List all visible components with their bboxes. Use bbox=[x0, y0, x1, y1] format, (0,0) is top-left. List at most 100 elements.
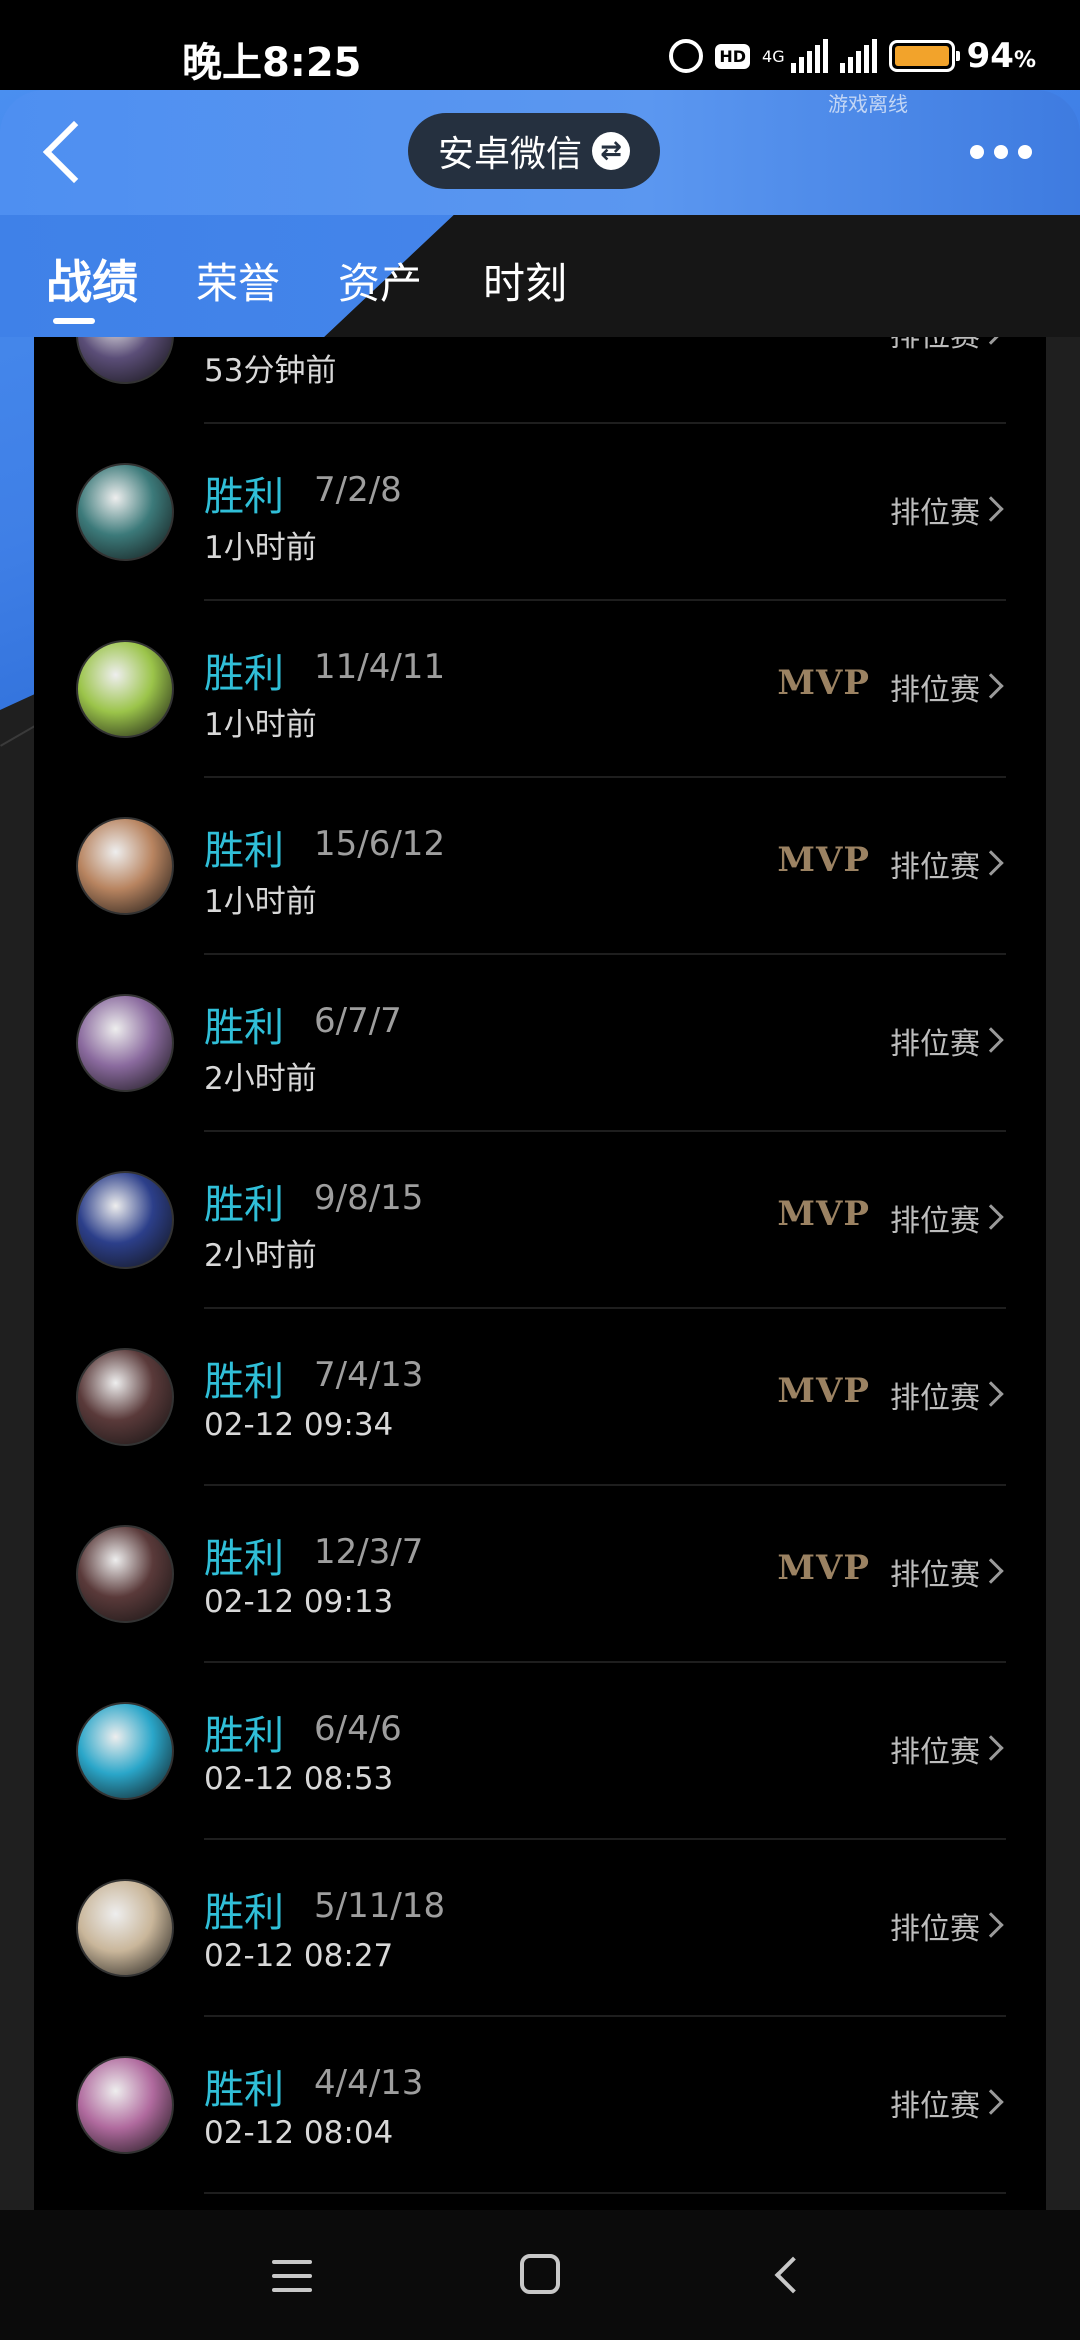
hero-avatar bbox=[76, 1171, 174, 1269]
match-row[interactable]: 胜利 9/8/15 2小时前 MVP 排位赛 bbox=[34, 1132, 1046, 1309]
match-kda: 11/4/11 bbox=[314, 647, 446, 687]
hero-avatar bbox=[76, 1879, 174, 1977]
offline-status: 游戏离线 bbox=[828, 92, 908, 116]
match-row[interactable]: 胜利 15/6/12 1小时前 MVP 排位赛 bbox=[34, 778, 1046, 955]
match-time: 02-12 09:13 bbox=[204, 1584, 394, 1620]
tab-honor[interactable]: 荣誉 bbox=[196, 250, 280, 311]
swap-icon: ⇄ bbox=[592, 132, 631, 170]
match-time: 1小时前 bbox=[204, 707, 317, 743]
match-time: 53分钟前 bbox=[204, 353, 337, 389]
match-result: 胜利 bbox=[204, 1536, 284, 1582]
battery-icon bbox=[888, 40, 960, 72]
match-row[interactable]: 胜利 5/11/18 02-12 08:27 排位赛 bbox=[34, 1840, 1046, 2017]
match-time: 02-12 08:27 bbox=[204, 1938, 394, 1974]
match-kda: 9/8/15 bbox=[314, 1178, 424, 1218]
mvp-badge: MVP bbox=[777, 1548, 870, 1588]
match-row[interactable]: 胜利 6/4/6 02-12 08:53 排位赛 bbox=[34, 1663, 1046, 1840]
match-kda: 4/4/13 bbox=[314, 2063, 424, 2103]
more-options-button[interactable] bbox=[970, 132, 1040, 172]
match-mode: 排位赛 bbox=[890, 337, 980, 355]
hero-avatar bbox=[76, 2056, 174, 2154]
home-button[interactable] bbox=[520, 2254, 560, 2294]
chevron-right-icon bbox=[978, 1204, 1004, 1230]
match-mode: 排位赛 bbox=[890, 1558, 980, 1593]
chevron-right-icon bbox=[978, 850, 1004, 876]
alarm-icon bbox=[669, 39, 704, 73]
chevron-right-icon bbox=[978, 673, 1004, 699]
tab-record[interactable]: 战绩 bbox=[46, 246, 138, 312]
match-row[interactable]: 胜利 11/4/11 1小时前 MVP 排位赛 bbox=[34, 601, 1046, 778]
hero-avatar bbox=[76, 640, 174, 738]
match-result: 胜利 bbox=[204, 1005, 284, 1051]
match-kda: 5/11/18 bbox=[314, 1886, 446, 1926]
match-time: 2小时前 bbox=[204, 1238, 317, 1274]
match-time: 1小时前 bbox=[204, 530, 317, 566]
chevron-right-icon bbox=[978, 1027, 1004, 1053]
match-row[interactable]: 胜利 7/4/13 02-12 09:34 MVP 排位赛 bbox=[34, 1309, 1046, 1486]
match-mode: 排位赛 bbox=[890, 1204, 980, 1239]
match-mode: 排位赛 bbox=[890, 1381, 980, 1416]
match-result: 胜利 bbox=[204, 1713, 284, 1759]
account-switch-button[interactable]: 安卓微信 ⇄ bbox=[408, 113, 661, 189]
match-mode: 排位赛 bbox=[890, 496, 980, 531]
match-kda: 12/3/7 bbox=[314, 1532, 424, 1572]
match-result: 胜利 bbox=[204, 651, 284, 697]
match-row[interactable]: 胜利 6/7/7 2小时前 排位赛 bbox=[34, 955, 1046, 1132]
mvp-badge: MVP bbox=[777, 663, 870, 703]
signal-icon bbox=[790, 39, 828, 73]
battery-level: 94% bbox=[966, 36, 1036, 76]
signal-icon-2 bbox=[839, 39, 877, 73]
back-button[interactable] bbox=[36, 112, 96, 192]
match-row[interactable]: 53分钟前 排位赛 bbox=[34, 337, 1046, 424]
hero-avatar bbox=[76, 1348, 174, 1446]
match-mode: 排位赛 bbox=[890, 1912, 980, 1947]
hero-avatar bbox=[76, 817, 174, 915]
row-divider bbox=[204, 2192, 1006, 2194]
match-result: 胜利 bbox=[204, 1359, 284, 1405]
chevron-right-icon bbox=[978, 1912, 1004, 1938]
match-list[interactable]: 53分钟前排位赛胜利7/2/81小时前排位赛胜利11/4/111小时前MVP排位… bbox=[34, 337, 1046, 2210]
match-time: 02-12 09:34 bbox=[204, 1407, 394, 1443]
match-mode: 排位赛 bbox=[890, 1027, 980, 1062]
match-result: 胜利 bbox=[204, 1890, 284, 1936]
chevron-right-icon bbox=[978, 1381, 1004, 1407]
status-bar: 晚上8:25 HD 4G 94% bbox=[0, 0, 1080, 90]
chevron-right-icon bbox=[978, 1558, 1004, 1584]
status-time: 晚上8:25 bbox=[182, 40, 362, 86]
match-row[interactable]: 胜利 4/4/13 02-12 08:04 排位赛 bbox=[34, 2017, 1046, 2194]
match-kda: 15/6/12 bbox=[314, 824, 446, 864]
match-mode: 排位赛 bbox=[890, 2089, 980, 2124]
match-time: 02-12 08:53 bbox=[204, 1761, 394, 1797]
chevron-right-icon bbox=[978, 496, 1004, 522]
match-time: 02-12 08:04 bbox=[204, 2115, 394, 2151]
chevron-right-icon bbox=[978, 2089, 1004, 2115]
match-kda: 6/7/7 bbox=[314, 1001, 402, 1041]
hero-avatar bbox=[76, 1525, 174, 1623]
hd-icon: HD bbox=[715, 43, 751, 69]
recent-apps-button[interactable] bbox=[272, 2260, 312, 2292]
hero-avatar bbox=[76, 1702, 174, 1800]
hero-avatar bbox=[76, 337, 174, 384]
match-mode: 排位赛 bbox=[890, 673, 980, 708]
match-time: 1小时前 bbox=[204, 884, 317, 920]
account-label: 安卓微信 bbox=[438, 134, 583, 175]
tab-active-indicator bbox=[53, 318, 95, 324]
match-time: 2小时前 bbox=[204, 1061, 317, 1097]
match-result: 胜利 bbox=[204, 1182, 284, 1228]
match-kda: 6/4/6 bbox=[314, 1709, 402, 1749]
match-kda: 7/4/13 bbox=[314, 1355, 424, 1395]
network-type: 4G bbox=[762, 46, 785, 66]
match-result: 胜利 bbox=[204, 2067, 284, 2113]
chevron-right-icon bbox=[978, 1735, 1004, 1761]
mvp-badge: MVP bbox=[777, 1194, 870, 1234]
match-result: 胜利 bbox=[204, 828, 284, 874]
match-row[interactable]: 胜利 7/2/8 1小时前 排位赛 bbox=[34, 424, 1046, 601]
mvp-badge: MVP bbox=[777, 840, 870, 880]
status-icons: HD 4G 94% bbox=[669, 36, 1036, 76]
match-mode: 排位赛 bbox=[890, 850, 980, 885]
match-result: 胜利 bbox=[204, 474, 284, 520]
tab-moments[interactable]: 时刻 bbox=[483, 250, 567, 311]
match-row[interactable]: 胜利 12/3/7 02-12 09:13 MVP 排位赛 bbox=[34, 1486, 1046, 1663]
tab-assets[interactable]: 资产 bbox=[338, 250, 422, 311]
match-kda: 7/2/8 bbox=[314, 470, 402, 510]
